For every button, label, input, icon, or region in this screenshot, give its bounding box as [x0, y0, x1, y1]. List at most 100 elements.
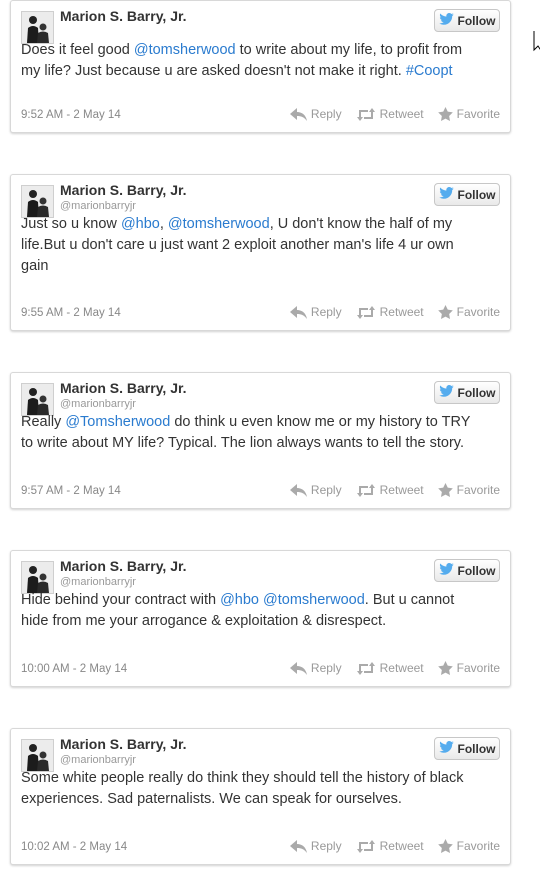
tweet-text-line: Some white people really do think they s…: [21, 768, 497, 789]
twitter-bird-icon: [438, 13, 454, 28]
follow-label: Follow: [457, 741, 496, 756]
retweet-button[interactable]: Retweet: [356, 661, 424, 675]
favorite-label: Favorite: [456, 107, 500, 121]
favorite-label: Favorite: [456, 305, 500, 319]
tweet-text-line: Does it feel good @tomsherwood to write …: [21, 40, 497, 61]
favorite-button[interactable]: Favorite: [437, 483, 500, 497]
text-segment: my life? Just because u are asked doesn'…: [21, 63, 406, 79]
retweet-icon: [356, 107, 376, 121]
tweet-text: Hide behind your contract with @hbo @tom…: [21, 590, 497, 632]
mention-link[interactable]: @hbo: [121, 216, 160, 232]
reply-icon: [289, 483, 307, 497]
favorite-button[interactable]: Favorite: [437, 107, 500, 121]
tweet-text-line: experiences. Sad paternalists. We can sp…: [21, 789, 497, 810]
favorite-label: Favorite: [456, 839, 500, 853]
author-name[interactable]: Marion S. Barry, Jr.: [60, 8, 187, 24]
reply-icon: [289, 305, 307, 319]
tweet-card: Marion S. Barry, Jr. Follow Does it feel g…: [10, 0, 511, 133]
retweet-icon: [356, 483, 376, 497]
star-icon: [437, 839, 453, 853]
favorite-button[interactable]: Favorite: [437, 839, 500, 853]
author-handle[interactable]: @marionbarryjr: [60, 398, 136, 410]
tweet-text-line: Hide behind your contract with @hbo @tom…: [21, 590, 497, 611]
reply-label: Reply: [310, 305, 342, 319]
twitter-bird-icon: [438, 385, 454, 400]
tweet-timestamp[interactable]: 10:00 AM - 2 May 14: [21, 663, 127, 675]
text-segment: , U don't know the half of my: [269, 216, 453, 232]
reply-label: Reply: [310, 483, 342, 497]
tweet-timestamp[interactable]: 9:55 AM - 2 May 14: [21, 307, 121, 319]
tweet-text: Just so u know @hbo, @tomsherwood, U don…: [21, 214, 497, 277]
reply-label: Reply: [310, 661, 342, 675]
tweet-text-line: hide from me your arrogance & exploitati…: [21, 611, 497, 632]
tweet-actions: Reply Retweet Favorite: [289, 661, 500, 675]
tweet-card: Marion S. Barry, Jr. @marionbarryjr Follow…: [10, 728, 511, 865]
mention-link[interactable]: @tomsherwood: [168, 216, 270, 232]
reply-button[interactable]: Reply: [289, 483, 342, 497]
favorite-label: Favorite: [456, 661, 500, 675]
reply-icon: [289, 107, 307, 121]
follow-label: Follow: [457, 385, 496, 400]
tweet-timestamp[interactable]: 10:02 AM - 2 May 14: [21, 841, 127, 853]
mention-link[interactable]: #Coopt: [406, 63, 453, 79]
follow-button[interactable]: Follow: [434, 737, 500, 760]
text-segment: hide from me your arrogance & exploitati…: [21, 613, 387, 629]
tweet-text: Really @Tomsherwood do think u even know…: [21, 412, 497, 454]
star-icon: [437, 305, 453, 319]
reply-button[interactable]: Reply: [289, 839, 342, 853]
favorite-button[interactable]: Favorite: [437, 661, 500, 675]
author-name[interactable]: Marion S. Barry, Jr.: [60, 558, 187, 574]
reply-button[interactable]: Reply: [289, 107, 342, 121]
twitter-bird-icon: [438, 187, 454, 202]
follow-button[interactable]: Follow: [434, 559, 500, 582]
author-name[interactable]: Marion S. Barry, Jr.: [60, 736, 187, 752]
mention-link[interactable]: @tomsherwood: [134, 42, 236, 58]
tweet-card: Marion S. Barry, Jr. @marionbarryjr Follow…: [10, 372, 511, 509]
tweet-text-line: Just so u know @hbo, @tomsherwood, U don…: [21, 214, 497, 235]
follow-button[interactable]: Follow: [434, 183, 500, 206]
tweet-actions: Reply Retweet Favorite: [289, 839, 500, 853]
twitter-bird-icon: [438, 563, 454, 578]
reply-label: Reply: [310, 839, 342, 853]
follow-button[interactable]: Follow: [434, 381, 500, 404]
tweet-text: Does it feel good @tomsherwood to write …: [21, 40, 497, 82]
text-segment: Does it feel good: [21, 42, 134, 58]
retweet-label: Retweet: [379, 839, 424, 853]
tweet-actions: Reply Retweet Favorite: [289, 305, 500, 319]
retweet-label: Retweet: [379, 107, 424, 121]
mention-link[interactable]: @Tomsherwood: [65, 414, 170, 430]
tweet-card: Marion S. Barry, Jr. @marionbarryjr Follow…: [10, 550, 511, 687]
text-segment: gain: [21, 258, 49, 274]
retweet-icon: [356, 305, 376, 319]
text-segment: experiences. Sad paternalists. We can sp…: [21, 791, 402, 807]
retweet-label: Retweet: [379, 483, 424, 497]
retweet-button[interactable]: Retweet: [356, 107, 424, 121]
author-name[interactable]: Marion S. Barry, Jr.: [60, 380, 187, 396]
author-name[interactable]: Marion S. Barry, Jr.: [60, 182, 187, 198]
star-icon: [437, 661, 453, 675]
tweet-timestamp[interactable]: 9:52 AM - 2 May 14: [21, 109, 121, 121]
tweet-text-line: Really @Tomsherwood do think u even know…: [21, 412, 497, 433]
reply-button[interactable]: Reply: [289, 305, 342, 319]
retweet-icon: [356, 661, 376, 675]
text-segment: Just so u know: [21, 216, 121, 232]
author-handle[interactable]: @marionbarryjr: [60, 754, 136, 766]
retweet-button[interactable]: Retweet: [356, 483, 424, 497]
tweet-card: Marion S. Barry, Jr. @marionbarryjr Follow…: [10, 174, 511, 331]
text-segment: ,: [159, 216, 168, 232]
favorite-label: Favorite: [456, 483, 500, 497]
mention-link[interactable]: @hbo: [220, 592, 259, 608]
tweet-text-line: to write about MY life? Typical. The lio…: [21, 433, 497, 454]
text-segment: to write about my life, to profit from: [235, 42, 463, 58]
mention-link[interactable]: @tomsherwood: [263, 592, 365, 608]
author-handle[interactable]: @marionbarryjr: [60, 200, 136, 212]
follow-button[interactable]: Follow: [434, 9, 500, 32]
tweet-timestamp[interactable]: 9:57 AM - 2 May 14: [21, 485, 121, 497]
mouse-cursor-icon: [533, 31, 540, 52]
retweet-button[interactable]: Retweet: [356, 305, 424, 319]
retweet-button[interactable]: Retweet: [356, 839, 424, 853]
author-handle[interactable]: @marionbarryjr: [60, 576, 136, 588]
reply-label: Reply: [310, 107, 342, 121]
reply-button[interactable]: Reply: [289, 661, 342, 675]
favorite-button[interactable]: Favorite: [437, 305, 500, 319]
